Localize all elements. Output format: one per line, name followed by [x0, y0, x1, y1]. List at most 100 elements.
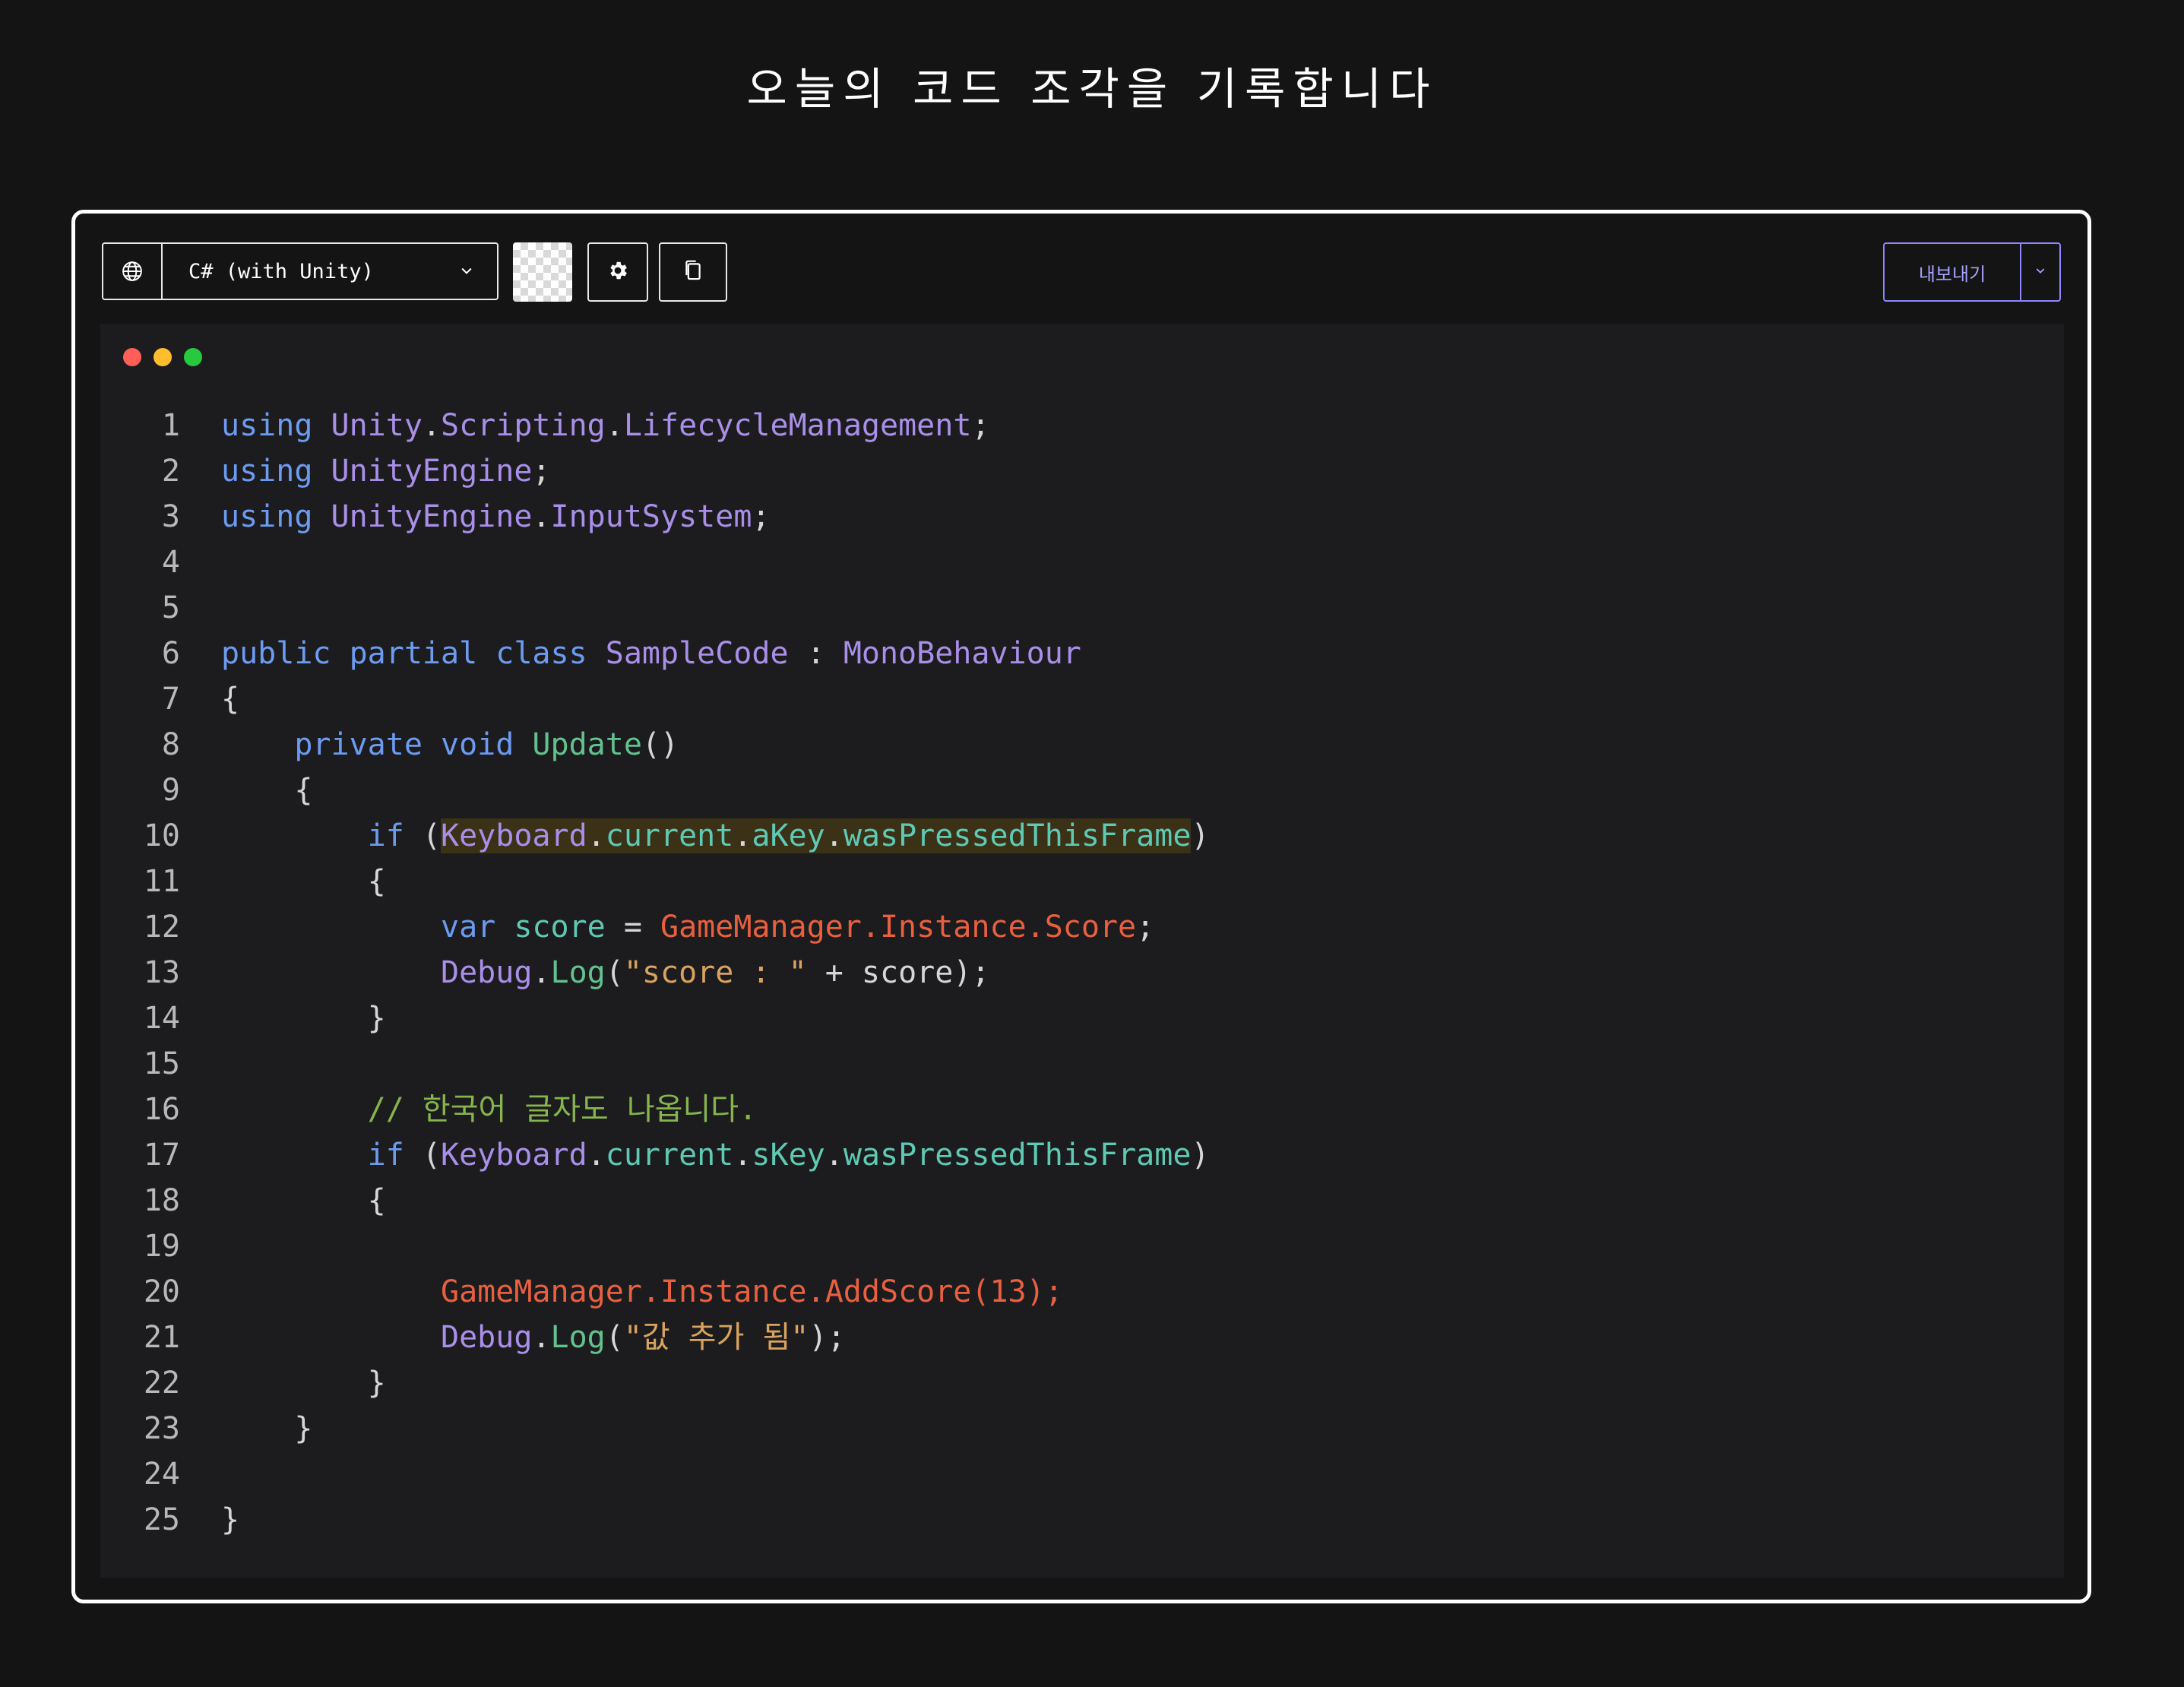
line-content: {: [221, 768, 312, 813]
code-token: GameManager.Instance.AddScore(13);: [440, 1274, 1063, 1309]
line-number: 22: [143, 1366, 180, 1401]
code-token: LifecycleManagement: [623, 408, 972, 443]
line-number: 18: [143, 1183, 180, 1218]
code-token: .: [825, 818, 844, 853]
code-line: 25}: [100, 1497, 2064, 1543]
code-token: (: [605, 1320, 624, 1355]
code-token: );: [809, 1320, 846, 1355]
line-content: using UnityEngine;: [221, 448, 551, 494]
code-line: 2 using UnityEngine;: [100, 448, 2064, 494]
code-token: Unity: [331, 408, 423, 443]
line-number: 2: [161, 454, 180, 489]
code-line: 24: [100, 1451, 2064, 1497]
background-color-swatch[interactable]: [513, 242, 572, 302]
line-number: 10: [143, 818, 180, 853]
toolbar: C# (with Unity) 내보내기: [75, 214, 2087, 335]
code-token: current: [605, 818, 734, 853]
code-token: current: [605, 1138, 734, 1173]
code-token: "score : ": [623, 955, 807, 990]
code-token: MonoBehaviour: [843, 636, 1081, 671]
line-number: 16: [143, 1092, 180, 1127]
export-options-button[interactable]: [2020, 244, 2059, 300]
window-controls: [123, 348, 202, 366]
code-token: (: [422, 1138, 441, 1173]
line-number: 25: [143, 1502, 180, 1537]
code-token: .: [532, 955, 551, 990]
copy-button[interactable]: [659, 242, 727, 302]
line-number: 3: [161, 499, 180, 534]
code-token: .: [587, 818, 606, 853]
code-token: {: [221, 1183, 386, 1218]
code-token: :: [788, 636, 844, 671]
code-token: "값 추가 됨": [623, 1320, 809, 1355]
code-token: Log: [550, 955, 606, 990]
line-content: if (Keyboard.current.sKey.wasPressedThis…: [221, 1132, 1210, 1178]
code-line: 8 private void Update(): [100, 722, 2064, 768]
code-token: ;: [1136, 910, 1155, 945]
code-editor[interactable]: 1 using Unity.Scripting.LifecycleManageme…: [100, 324, 2064, 1578]
code-token: using: [221, 408, 331, 443]
code-token: aKey: [752, 818, 825, 853]
code-token: UnityEngine: [331, 499, 533, 534]
code-token: if: [367, 818, 423, 853]
code-line: 20 GameManager.Instance.AddScore(13);: [100, 1269, 2064, 1315]
line-number: 5: [161, 590, 180, 625]
chevron-down-icon: [459, 260, 474, 283]
code-token: sKey: [752, 1138, 825, 1173]
copy-icon: [682, 258, 704, 286]
code-line: 9 {: [100, 768, 2064, 813]
gear-icon: [606, 259, 629, 285]
code-token: }: [221, 1366, 386, 1401]
code-token: ;: [971, 408, 990, 443]
code-token: {: [221, 773, 313, 808]
code-snippet-card: C# (with Unity) 내보내기 1 using Unity.Scrip…: [71, 210, 2091, 1603]
code-token: Scripting: [441, 408, 606, 443]
code-line: 17 if (Keyboard.current.sKey.wasPressedT…: [100, 1132, 2064, 1178]
code-token: SampleCode: [605, 636, 789, 671]
code-line: 12 var score = GameManager.Instance.Scor…: [100, 904, 2064, 950]
code-token: using: [221, 499, 331, 534]
line-number: 1: [161, 408, 180, 443]
maximize-dot: [184, 348, 202, 366]
line-content: {: [221, 1178, 386, 1223]
code-token: Debug: [440, 1320, 533, 1355]
code-token: wasPressedThisFrame: [843, 818, 1192, 853]
line-number: 20: [143, 1274, 180, 1309]
code-block: 1 using Unity.Scripting.LifecycleManageme…: [100, 403, 2064, 1543]
code-token: =: [605, 910, 660, 945]
language-dropdown[interactable]: C# (with Unity): [163, 244, 497, 299]
line-content: var score = GameManager.Instance.Score;: [221, 904, 1154, 950]
code-token: }: [221, 1502, 240, 1537]
close-dot: [123, 348, 141, 366]
code-token: Update: [532, 727, 642, 762]
export-button[interactable]: 내보내기: [1885, 244, 2020, 300]
code-token: ): [1191, 818, 1210, 853]
globe-icon[interactable]: [103, 244, 163, 299]
code-line: 19: [100, 1223, 2064, 1269]
language-label: C# (with Unity): [188, 259, 374, 283]
chevron-down-icon: [2034, 264, 2046, 280]
code-token: .: [422, 408, 442, 443]
code-token: Log: [550, 1320, 606, 1355]
code-line: 5: [100, 585, 2064, 631]
code-line: 7{: [100, 676, 2064, 722]
language-selector: C# (with Unity): [102, 242, 499, 300]
code-token: GameManager.Instance.Score: [660, 910, 1137, 945]
code-token: UnityEngine: [331, 454, 533, 489]
line-number: 14: [143, 1001, 180, 1036]
settings-button[interactable]: [587, 242, 648, 302]
line-content: using Unity.Scripting.LifecycleManagemen…: [221, 403, 990, 448]
code-line: 21 Debug.Log("값 추가 됨");: [100, 1315, 2064, 1360]
line-number: 19: [143, 1229, 180, 1264]
code-token: (: [422, 818, 441, 853]
line-content: GameManager.Instance.AddScore(13);: [221, 1269, 1063, 1315]
line-number: 12: [143, 910, 180, 945]
code-token: Keyboard: [441, 1138, 587, 1173]
